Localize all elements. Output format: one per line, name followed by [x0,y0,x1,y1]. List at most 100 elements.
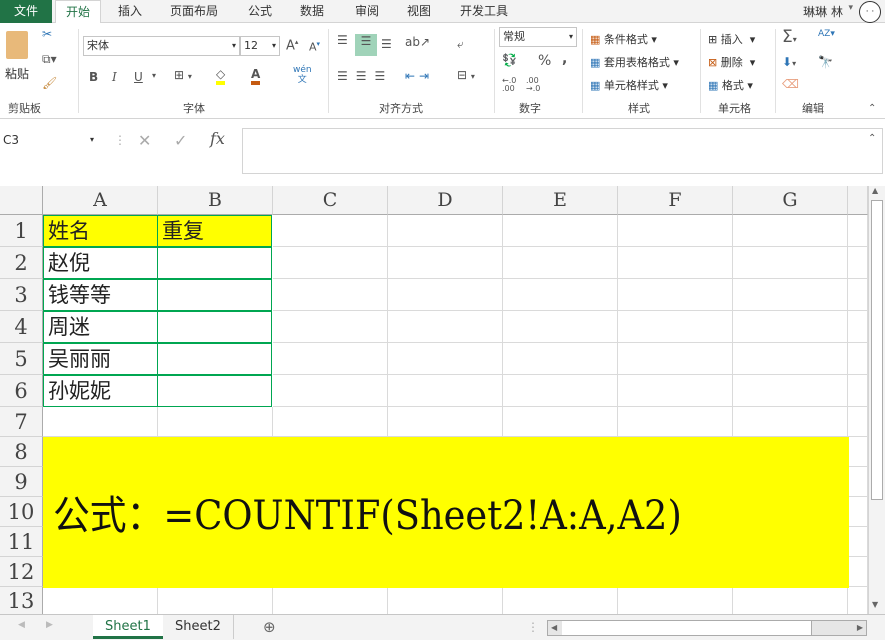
tab-5[interactable]: 审阅 [345,0,389,23]
underline-button[interactable]: U [134,70,143,84]
grow-font-icon[interactable]: A▴ [286,38,298,53]
row-header-11[interactable]: 11 [0,527,43,557]
cell[interactable] [273,343,388,375]
paste-button[interactable]: 粘贴 [5,65,29,82]
percent-button[interactable]: % [538,53,551,69]
orientation-icon[interactable]: ab↗ [405,35,430,49]
row-header-4[interactable]: 4 [0,311,43,343]
cell[interactable] [848,497,868,527]
row-header-6[interactable]: 6 [0,375,43,407]
tab-2[interactable]: 页面布局 [160,0,228,23]
tab-4[interactable]: 数据 [290,0,334,23]
cell[interactable] [618,375,733,407]
middle-align-icon[interactable]: ☰ [355,34,377,56]
underline-dropdown-icon[interactable]: ▾ [152,71,156,80]
cell-B1[interactable]: 重复 [157,215,272,247]
horizontal-scrollbar[interactable]: ◀ ▶ [547,620,867,636]
cell[interactable] [618,279,733,311]
merge-center-icon[interactable]: ⊟ ▾ [457,68,475,82]
cell[interactable] [733,343,848,375]
row-header-1[interactable]: 1 [0,215,43,247]
cell[interactable] [618,587,733,615]
row-header-2[interactable]: 2 [0,247,43,279]
insert-cells-button[interactable]: ⊞ 插入 ▾ [708,31,755,47]
cell[interactable] [618,407,733,437]
borders-icon[interactable]: ⊞ ▾ [174,68,192,82]
cell-A3[interactable]: 钱等等 [43,279,158,311]
avatar[interactable]: · · [859,1,881,23]
cut-icon[interactable]: ✂ [42,27,52,41]
cell[interactable] [733,247,848,279]
cell[interactable] [388,407,503,437]
paste-icon[interactable] [6,31,28,59]
cell[interactable] [848,343,868,375]
name-box[interactable]: C3 ▾ [0,131,100,153]
cell[interactable] [848,311,868,343]
cell[interactable] [503,247,618,279]
row-header-3[interactable]: 3 [0,279,43,311]
cell[interactable] [848,467,868,497]
cell[interactable] [158,587,273,615]
row-header-9[interactable]: 9 [0,467,43,497]
font-size-select[interactable]: 12 ▾ [240,36,280,56]
number-format-select[interactable]: 常规 ▾ [499,27,577,47]
cell[interactable] [848,375,868,407]
autosum-icon[interactable]: Σ▾ [782,27,797,47]
column-header-A[interactable]: A [43,186,158,215]
format-painter-icon[interactable]: 🖌 [42,76,57,90]
enter-icon[interactable]: ✓ [174,131,187,150]
cell[interactable] [273,311,388,343]
row-header-12[interactable]: 12 [0,557,43,587]
cell[interactable] [388,343,503,375]
select-all-button[interactable] [0,186,43,215]
fill-color-icon[interactable]: ◇ [216,67,226,85]
cell[interactable] [158,407,273,437]
cell-B3[interactable] [157,279,272,311]
cell-A4[interactable]: 周迷 [43,311,158,343]
prev-sheet-icon[interactable]: ◀ [18,620,25,630]
font-name-select[interactable]: 宋体 ▾ [83,36,240,56]
format-cells-button[interactable]: ▦ 格式 ▾ [708,77,753,93]
clear-icon[interactable]: ⌫ [782,77,799,91]
tab-7[interactable]: 开发工具 [450,0,518,23]
cell[interactable] [388,311,503,343]
cell[interactable] [848,215,868,247]
format-as-table-button[interactable]: ▦ 套用表格格式 ▾ [590,54,679,70]
cell[interactable] [503,587,618,615]
cell[interactable] [618,343,733,375]
increase-decimal-icon[interactable]: ←.0.00 [502,77,516,93]
column-header-partial[interactable] [848,186,868,215]
cell-B4[interactable] [157,311,272,343]
cell-styles-button[interactable]: ▦ 单元格样式 ▾ [590,77,668,93]
sort-filter-icon[interactable]: AZ▾ [818,29,835,39]
cell[interactable] [848,587,868,615]
cell[interactable] [388,375,503,407]
top-align-icon[interactable]: ☰ [337,33,348,47]
cell[interactable] [733,311,848,343]
cell[interactable] [503,375,618,407]
cell[interactable] [503,215,618,247]
add-sheet-icon[interactable]: ⊕ [263,618,276,636]
cell-A5[interactable]: 吴丽丽 [43,343,158,375]
cell[interactable] [43,407,158,437]
cell[interactable] [733,215,848,247]
cell[interactable] [503,343,618,375]
user-name[interactable]: 琳琳 林 [803,3,843,20]
accounting-format-icon[interactable]: 💱 [502,53,517,67]
sheet-tab-sheet2[interactable]: Sheet2 [163,615,234,639]
expand-formula-bar-icon[interactable]: ⌃ [868,133,876,144]
cell[interactable] [733,375,848,407]
cell-A6[interactable]: 孙妮妮 [43,375,158,407]
bold-button[interactable]: B [89,70,98,84]
row-header-7[interactable]: 7 [0,407,43,437]
column-header-F[interactable]: F [618,186,733,215]
horizontal-scroll-thumb[interactable] [562,621,812,635]
delete-cells-button[interactable]: ⊠ 删除 ▾ [708,54,755,70]
row-header-10[interactable]: 10 [0,497,43,527]
tab-1[interactable]: 插入 [108,0,152,23]
horizontal-align-icons[interactable]: ☰☰☰ [337,69,393,83]
cell[interactable] [273,407,388,437]
cell[interactable] [273,247,388,279]
tab-6[interactable]: 视图 [397,0,441,23]
conditional-formatting-button[interactable]: ▦ 条件格式 ▾ [590,31,657,47]
